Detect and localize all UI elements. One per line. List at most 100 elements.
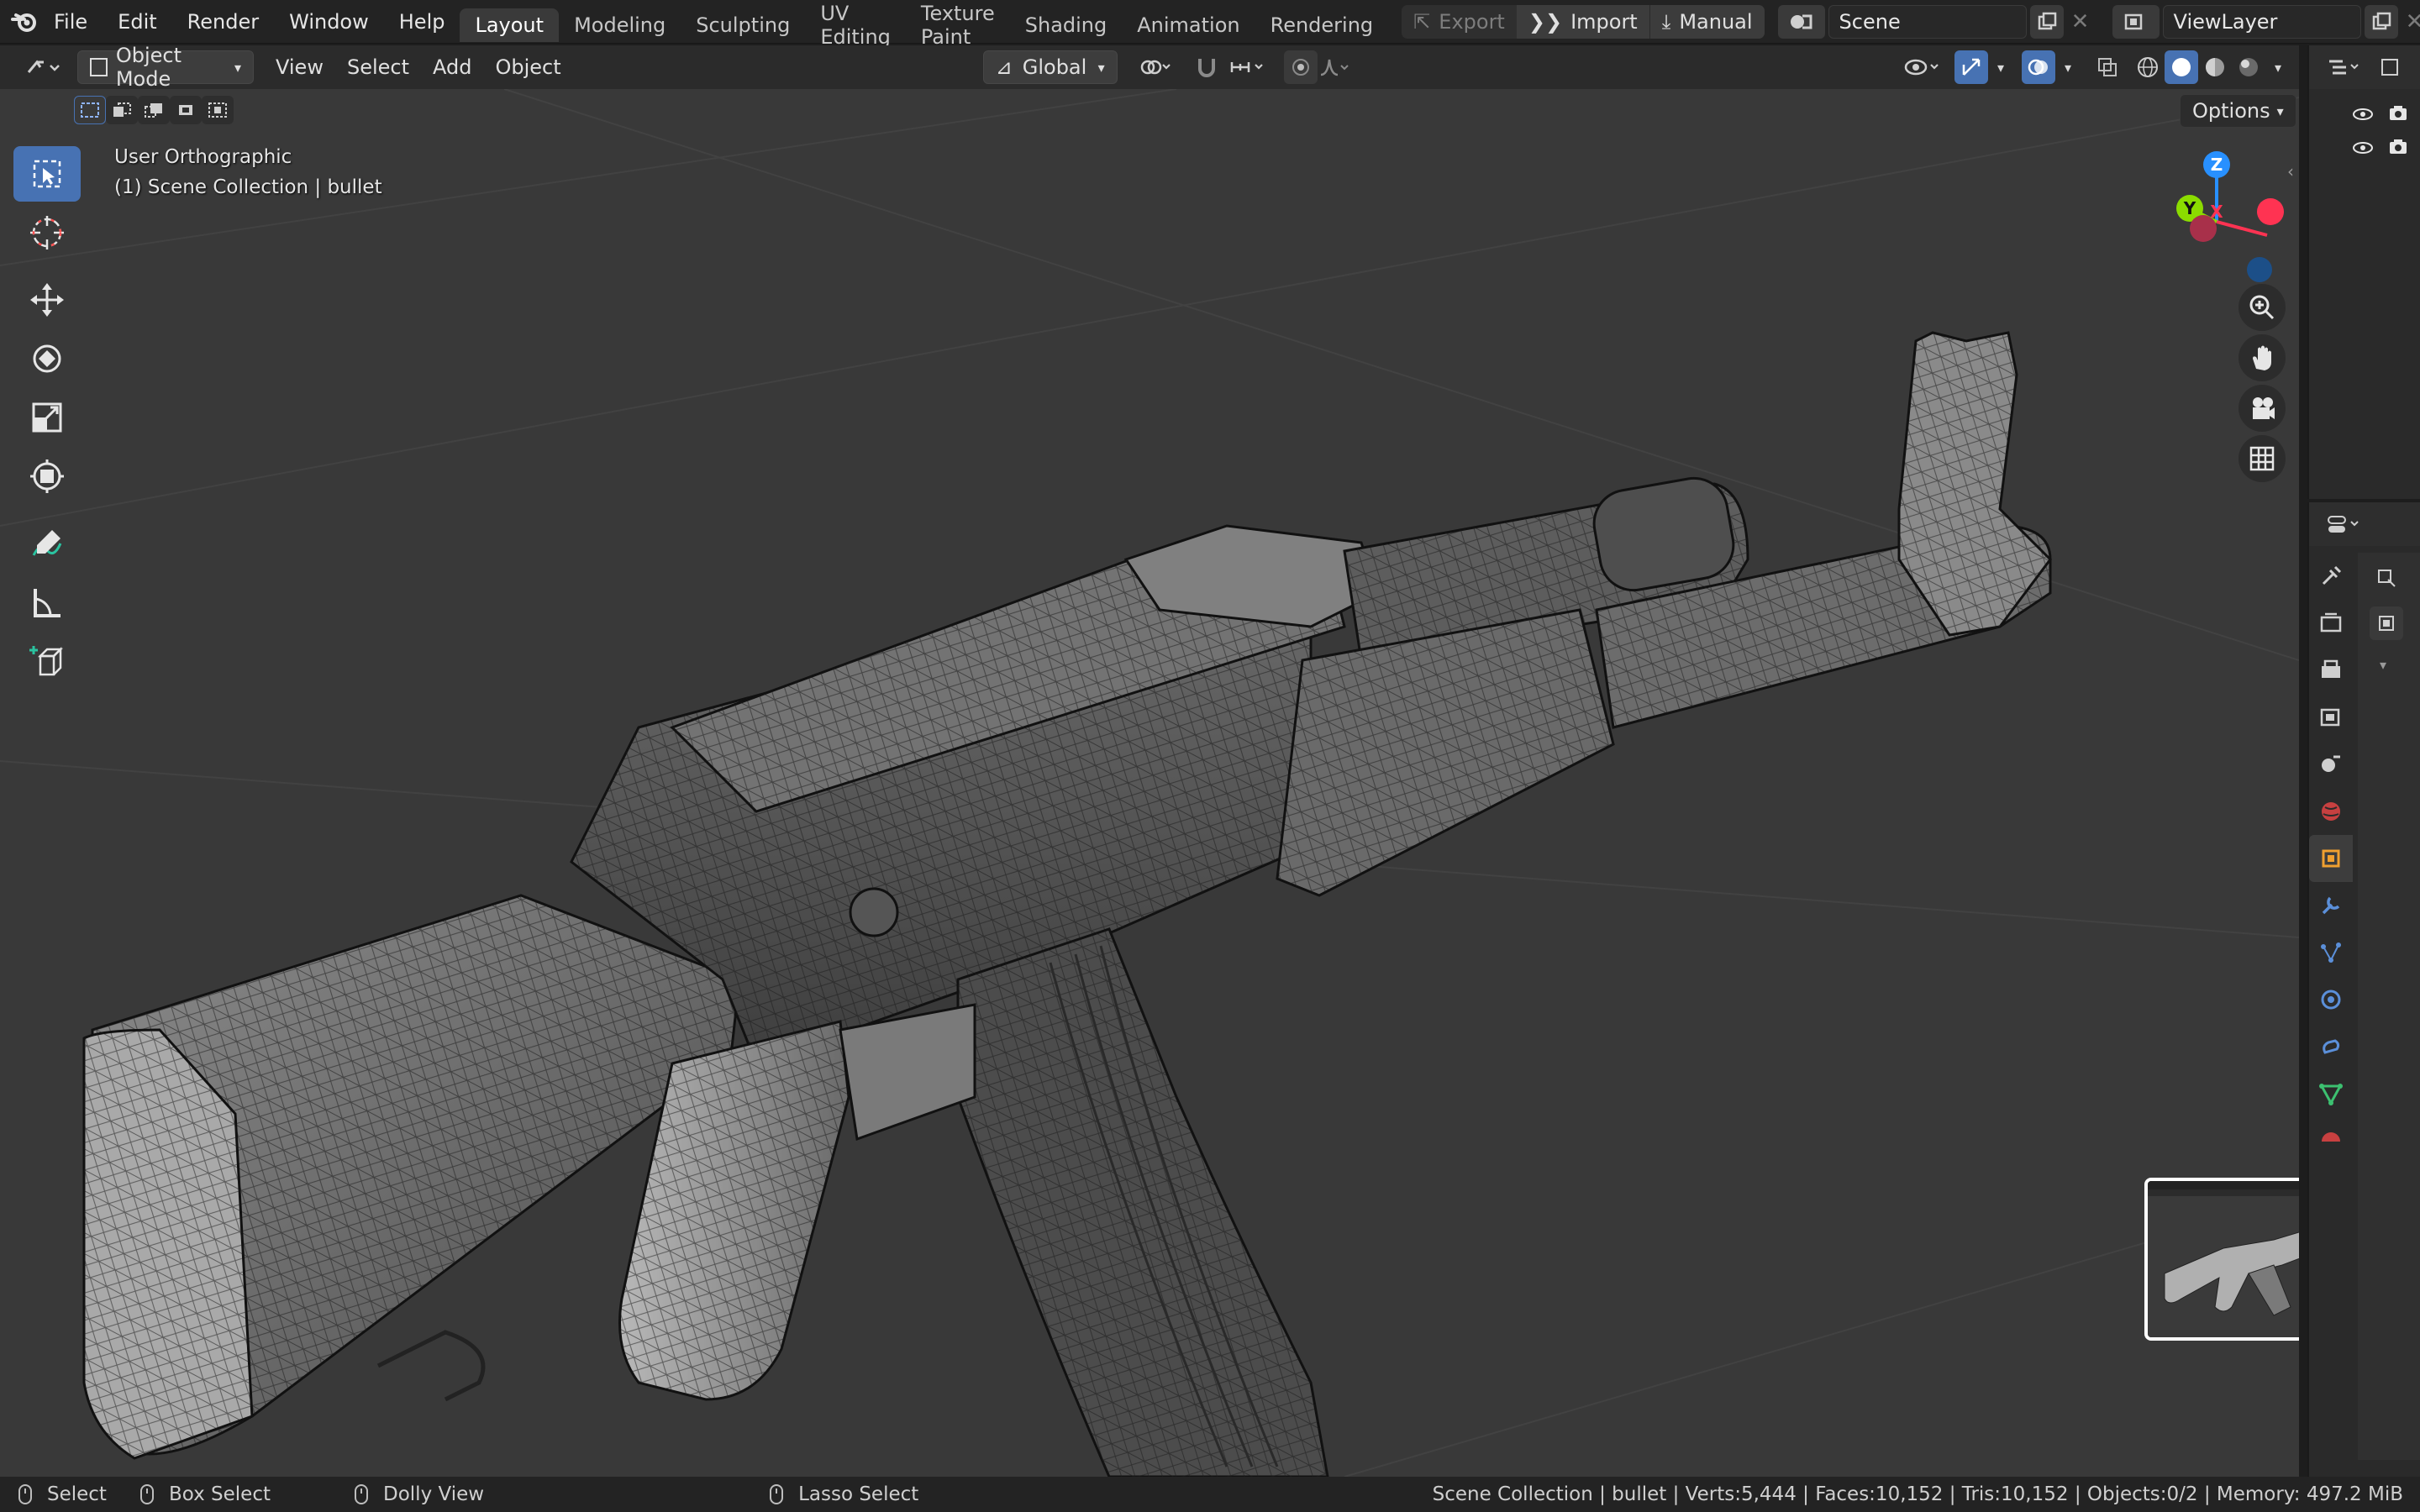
transform-tool[interactable] (13, 449, 81, 504)
tab-animation[interactable]: Animation (1122, 8, 1255, 42)
particles-tab-icon[interactable] (2309, 929, 2353, 976)
select-intersect-icon[interactable] (202, 96, 234, 124)
gizmo-z-axis[interactable]: Z (2203, 151, 2230, 178)
object-mode-dropdown[interactable]: Object Mode ▾ (77, 44, 254, 91)
gizmo-x-negative-dot[interactable] (2190, 215, 2217, 242)
tab-sculpting[interactable]: Sculpting (681, 8, 805, 42)
menu-view[interactable]: View (264, 50, 335, 84)
wireframe-shading-icon[interactable] (2131, 50, 2165, 84)
tab-uv-editing[interactable]: UV Editing (805, 2, 906, 49)
ortho-grid-icon[interactable] (2238, 435, 2286, 482)
new-scene-icon[interactable] (2029, 4, 2064, 39)
shading-options-chevron-icon[interactable]: ▾ (2265, 50, 2291, 84)
menu-object[interactable]: Object (483, 50, 572, 84)
physics-tab-icon[interactable] (2309, 976, 2353, 1023)
tab-layout[interactable]: Layout (460, 8, 560, 42)
snap-target-icon[interactable] (1223, 50, 1270, 84)
select-subtract-icon[interactable] (138, 96, 170, 124)
delete-view-layer-icon[interactable]: ✕ (2398, 5, 2420, 39)
visibility-icon[interactable] (1899, 50, 1946, 84)
tab-shading[interactable]: Shading (1010, 8, 1123, 42)
tab-rendering[interactable]: Rendering (1255, 8, 1389, 42)
eye-icon[interactable] (2353, 102, 2373, 126)
import-button[interactable]: ❯❯ Import (1516, 4, 1649, 39)
move-tool[interactable] (13, 272, 81, 328)
scene-browse-icon[interactable] (1777, 4, 1825, 39)
rotate-tool[interactable] (13, 331, 81, 386)
menu-add[interactable]: Add (421, 50, 483, 84)
manual-button[interactable]: ⤓ Manual (1649, 4, 1765, 39)
editor-type-icon[interactable] (17, 50, 67, 84)
annotate-tool[interactable] (13, 516, 81, 571)
scale-tool[interactable] (13, 390, 81, 445)
solid-shading-icon[interactable] (2165, 50, 2198, 84)
xray-toggle-icon[interactable] (2091, 50, 2124, 84)
sidebar-toggle-icon[interactable]: ‹ (2287, 161, 2294, 181)
outliner-filter-icon[interactable] (2373, 50, 2407, 84)
collapse-chevron-icon[interactable]: ▾ (2380, 657, 2420, 673)
rendered-shading-icon[interactable] (2232, 50, 2265, 84)
rifle-model[interactable] (0, 89, 2299, 1477)
outliner-editor-type-icon[interactable] (2321, 50, 2368, 84)
gizmo-toggle-icon[interactable] (1954, 50, 1988, 84)
tool-settings-tab-icon[interactable] (2309, 553, 2353, 600)
tab-modeling[interactable]: Modeling (559, 8, 681, 42)
view-layer-tab-icon[interactable] (2309, 694, 2353, 741)
tab-texture-paint[interactable]: Texture Paint (906, 2, 1010, 49)
proportional-editing-icon[interactable] (1283, 50, 1318, 84)
output-tab-icon[interactable] (2309, 647, 2353, 694)
scene-name-field[interactable]: Scene (1828, 4, 2027, 39)
modifiers-tab-icon[interactable] (2309, 882, 2353, 929)
properties-editor-type-icon[interactable] (2321, 507, 2368, 541)
menu-select[interactable]: Select (335, 50, 421, 84)
pin-icon[interactable] (2370, 561, 2403, 595)
constraints-tab-icon[interactable] (2309, 1023, 2353, 1070)
snap-toggle-icon[interactable] (1190, 50, 1223, 84)
options-dropdown[interactable]: Options ▾ (2180, 94, 2296, 128)
select-extend-icon[interactable] (106, 96, 138, 124)
new-view-layer-icon[interactable] (2364, 4, 2398, 39)
navigation-gizmo[interactable]: Z X Y (2151, 148, 2286, 291)
delete-scene-icon[interactable]: ✕ (2064, 5, 2097, 39)
camera-view-icon[interactable] (2238, 385, 2286, 432)
screenshot-thumbnail[interactable] (2144, 1178, 2299, 1341)
falloff-icon[interactable] (1318, 50, 1351, 84)
outliner-row-1[interactable] (2309, 97, 2420, 131)
select-box-tool[interactable] (13, 146, 81, 202)
outliner-row-2[interactable] (2309, 131, 2420, 165)
gizmo-x-axis-neg[interactable] (2257, 198, 2284, 225)
export-button[interactable]: ⇱ Export (1402, 10, 1517, 34)
3d-viewport[interactable]: User Orthographic (1) Scene Collection |… (0, 89, 2299, 1477)
menu-edit[interactable]: Edit (103, 0, 171, 44)
object-data-icon[interactable] (2370, 606, 2403, 640)
menu-render[interactable]: Render (172, 0, 274, 44)
zoom-icon[interactable] (2238, 284, 2286, 331)
view-layer-browse-icon[interactable] (2112, 4, 2160, 39)
blender-logo-icon[interactable] (10, 5, 39, 39)
overlays-toggle-icon[interactable] (2022, 50, 2055, 84)
overlays-options-chevron-icon[interactable]: ▾ (2055, 50, 2081, 84)
select-new-icon[interactable] (74, 96, 106, 124)
camera-render-icon[interactable] (2388, 136, 2408, 160)
pivot-point-icon[interactable] (1133, 50, 1180, 84)
eye-icon[interactable] (2353, 136, 2373, 160)
menu-file[interactable]: File (39, 0, 103, 44)
transform-orientation-dropdown[interactable]: ⊿ Global ▾ (982, 50, 1118, 84)
select-invert-icon[interactable] (170, 96, 202, 124)
material-tab-icon[interactable] (2309, 1117, 2353, 1164)
measure-tool[interactable] (13, 575, 81, 630)
pan-hand-icon[interactable] (2238, 334, 2286, 381)
gizmo-options-chevron-icon[interactable]: ▾ (1988, 50, 2013, 84)
add-cube-tool[interactable] (13, 633, 81, 689)
world-tab-icon[interactable] (2309, 788, 2353, 835)
view-layer-name-field[interactable]: ViewLayer (2162, 4, 2361, 39)
data-tab-icon[interactable] (2309, 1070, 2353, 1117)
object-tab-icon[interactable] (2309, 835, 2353, 882)
camera-render-icon[interactable] (2388, 102, 2408, 126)
cursor-tool[interactable] (13, 205, 81, 260)
menu-help[interactable]: Help (384, 0, 460, 44)
menu-window[interactable]: Window (274, 0, 384, 44)
gizmo-z-negative-dot[interactable] (2247, 257, 2272, 282)
scene-tab-icon[interactable] (2309, 741, 2353, 788)
render-tab-icon[interactable] (2309, 600, 2353, 647)
